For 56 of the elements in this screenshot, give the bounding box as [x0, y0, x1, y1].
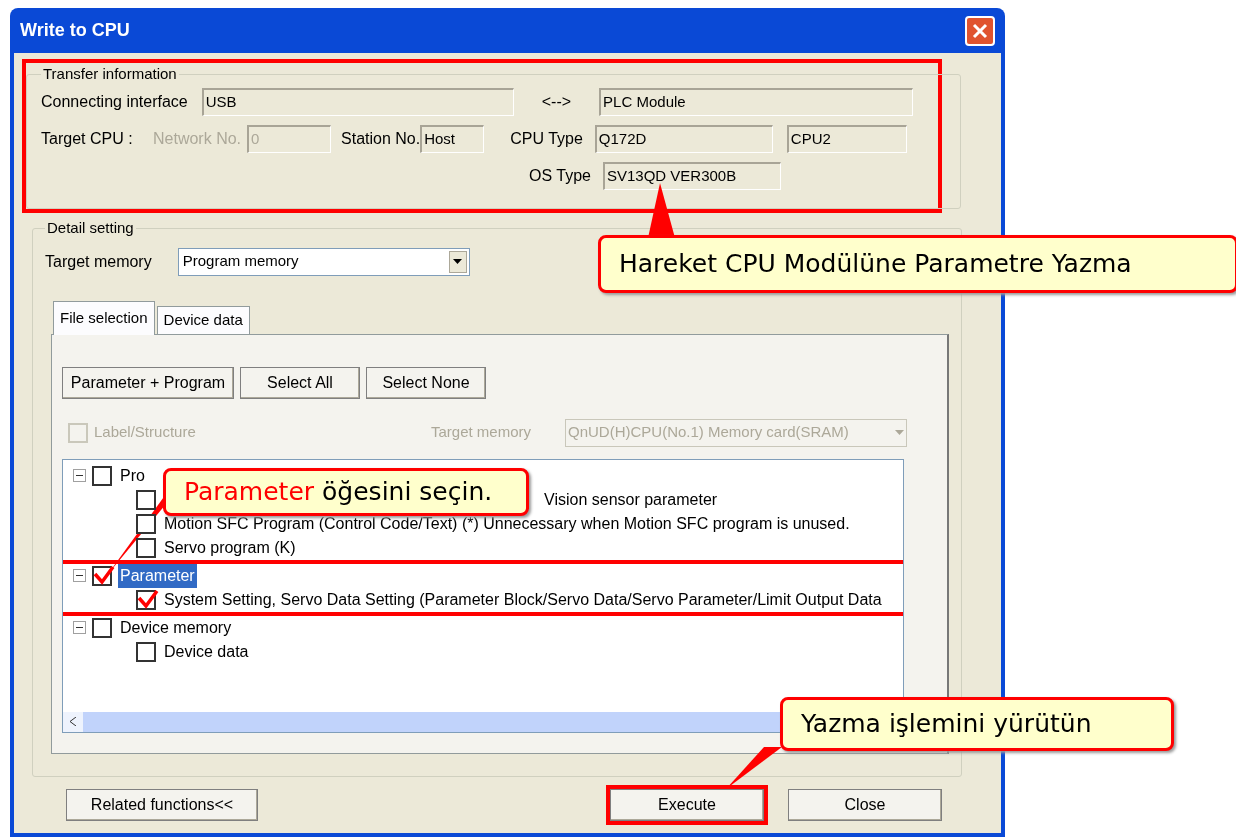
dialog-button[interactable]: Parameter + Program	[62, 366, 234, 399]
tab[interactable]: Device data	[156, 305, 250, 334]
window-title: Write to CPU	[20, 19, 130, 42]
dialog-button[interactable]: Select All	[240, 366, 360, 399]
os-type-field: SV13QD VER300B	[602, 161, 781, 190]
checkbox-label: Label/Structure	[94, 422, 196, 443]
dialog-button[interactable]: Close	[788, 789, 942, 821]
field-label: Network No.	[153, 128, 242, 149]
dialog-button[interactable]: Select None	[366, 366, 486, 399]
group-legend: Transfer information	[41, 63, 179, 86]
checkbox[interactable]	[136, 513, 156, 534]
collapse-icon	[73, 569, 86, 582]
interface-field: USB	[201, 87, 514, 116]
field-label: <-->	[541, 91, 572, 112]
checkbox[interactable]	[136, 537, 156, 558]
tree-item-label[interactable]: Device data	[162, 639, 251, 664]
checkbox[interactable]	[136, 641, 156, 662]
field-label: Target memory	[45, 251, 152, 272]
collapse-icon	[73, 469, 86, 482]
checked-checkbox[interactable]	[92, 565, 112, 586]
field-label: Target memory	[430, 422, 531, 443]
tree-item-label[interactable]: Servo program (K)	[162, 535, 298, 560]
memory-dropdown[interactable]: Program memory	[177, 247, 470, 276]
dropdown-arrow-icon	[453, 259, 463, 264]
field-label: Station No.	[341, 128, 421, 149]
field-label: CPU Type	[510, 128, 583, 149]
station-field: Host	[420, 124, 485, 153]
close-button[interactable]	[965, 15, 995, 46]
callout-tooltip: Parameter öğesini seçin.	[163, 468, 529, 516]
group-legend: Detail setting	[45, 217, 136, 240]
scroll-left-icon	[70, 717, 76, 726]
tree-item-label[interactable]: Pro	[118, 463, 147, 488]
network-field: 0	[247, 124, 332, 153]
check-icon	[93, 564, 115, 585]
checked-checkbox[interactable]	[136, 589, 156, 610]
tree-item-label[interactable]: Device memory	[118, 615, 234, 640]
field-label: Target CPU :	[41, 128, 134, 149]
module-field: PLC Module	[599, 87, 914, 116]
check-icon	[137, 588, 159, 609]
callout-tooltip: Yazma işlemini yürütün	[780, 697, 1174, 751]
checkbox[interactable]	[136, 489, 156, 510]
dialog-button[interactable]: Execute	[610, 789, 764, 821]
field-label: Connecting interface	[41, 91, 188, 112]
tree-item-label[interactable]: Vision sensor parameter	[542, 487, 720, 512]
tree-item-label[interactable]: System Setting, Servo Data Setting (Parameter Block/Servo Data/Servo Parameter/Limit Output Data	[162, 587, 884, 612]
callout-tooltip: Hareket CPU Modülüne Parametre Yazma	[598, 235, 1236, 293]
collapse-icon	[73, 621, 86, 634]
dialog-button[interactable]: Related functions<<	[66, 789, 258, 821]
field-label: OS Type	[529, 165, 591, 186]
cpu-number-field: CPU2	[786, 124, 907, 153]
checkbox[interactable]	[92, 617, 112, 638]
dropdown-arrow-icon	[895, 430, 904, 435]
cpu-type-field: Q172D	[594, 124, 773, 153]
tab[interactable]: File selection	[53, 300, 155, 335]
close-icon	[972, 22, 988, 39]
checkbox[interactable]	[92, 465, 112, 486]
